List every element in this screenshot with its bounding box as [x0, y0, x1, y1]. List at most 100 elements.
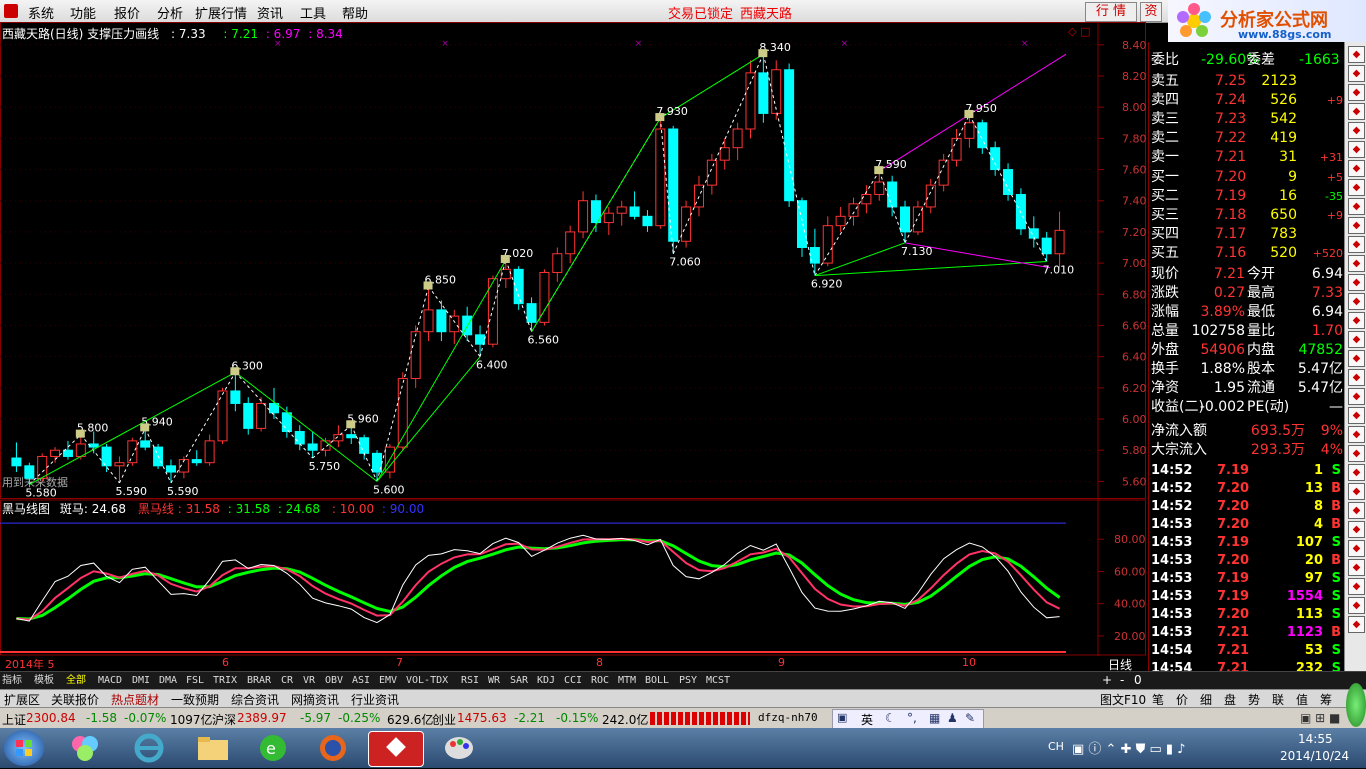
up-arrow-icon[interactable]: ◆ — [1348, 84, 1365, 101]
cy-index[interactable]: 1475.63 — [457, 711, 507, 725]
info-tab-3[interactable]: 一致预期 — [171, 691, 219, 708]
indicator-tab-1[interactable]: 模板 — [34, 674, 54, 688]
clock-time[interactable]: 14:55 — [1298, 732, 1333, 746]
indicator-tab-8[interactable]: BRAR — [247, 674, 271, 688]
settings-icon[interactable]: ◆ — [1348, 122, 1365, 139]
rsi-icon[interactable]: ◆ — [1348, 369, 1365, 386]
fold-icon[interactable]: ◆ — [1348, 464, 1365, 481]
info-tab-1[interactable]: 关联报价 — [51, 691, 99, 708]
book-icon[interactable]: ◆ — [1348, 540, 1365, 557]
right-tab-1[interactable]: 笔 — [1152, 691, 1164, 708]
indicator-tab-13[interactable]: EMV — [379, 674, 397, 688]
indicator-tab-11[interactable]: OBV — [325, 674, 343, 688]
indicator-tab-20[interactable]: ROC — [591, 674, 609, 688]
doc-icon[interactable]: ◆ — [1348, 255, 1365, 272]
clock-date[interactable]: 2014/10/24 — [1280, 749, 1349, 763]
menu-analysis[interactable]: 分析 — [157, 3, 183, 22]
home-icon[interactable]: ◆ — [1348, 559, 1365, 576]
right-tab-2[interactable]: 价 — [1176, 691, 1188, 708]
indicator-tab-16[interactable]: WR — [488, 674, 500, 688]
right-tab-8[interactable]: 筹 — [1320, 691, 1332, 708]
h-key-icon[interactable]: ◆ — [1348, 616, 1365, 633]
indicator-tab-24[interactable]: MCST — [706, 674, 730, 688]
chart2-icon[interactable]: ◆ — [1348, 388, 1365, 405]
indicator-tab-0[interactable]: 指标 — [2, 674, 22, 688]
ftp-icon[interactable]: ◆ — [1348, 236, 1365, 253]
edit-icon[interactable]: ◆ — [1348, 426, 1365, 443]
list-icon[interactable]: ◆ — [1348, 198, 1365, 215]
indicator-tab-21[interactable]: MTM — [618, 674, 636, 688]
sh-index[interactable]: 2300.84 — [26, 711, 76, 725]
indicator-tab-19[interactable]: CCI — [564, 674, 582, 688]
coin-icon[interactable]: ◆ — [1348, 312, 1365, 329]
sound-icon[interactable]: ◆ — [1348, 350, 1365, 367]
book-row[interactable]: 买一 7.20 9 +5 — [1149, 168, 1345, 187]
market-button[interactable]: 行 情 — [1085, 2, 1137, 22]
taskbar-browser-green[interactable]: e — [246, 731, 300, 765]
chart-icon[interactable]: ◆ — [1348, 179, 1365, 196]
right-tab-7[interactable]: 值 — [1296, 691, 1308, 708]
down-arrow-icon[interactable]: ◆ — [1348, 103, 1365, 120]
indicator-tab-14[interactable]: VOL-TDX — [406, 674, 448, 688]
indicator-tab-5[interactable]: DMA — [159, 674, 177, 688]
indicator-tab-3[interactable]: MACD — [98, 674, 122, 688]
language-indicator[interactable]: CH — [1048, 740, 1064, 753]
zoom-out-button[interactable]: - — [1120, 673, 1124, 687]
book-row[interactable]: 卖三 7.23 542 — [1149, 110, 1345, 129]
indicator-tab-15[interactable]: RSI — [461, 674, 479, 688]
ime-mode[interactable]: 英 — [861, 711, 873, 728]
kline-chart[interactable]: 8.40 8.20 8.00 7.80 7.60 7.40 7.20 7.00 6.80 6.60… — [0, 22, 1146, 672]
floating-badge[interactable] — [1346, 683, 1366, 727]
up-arrow-icon[interactable]: ◆ — [1348, 46, 1365, 63]
indicator-tab-2[interactable]: 全部 — [66, 674, 86, 688]
indicator-tab-6[interactable]: FSL — [186, 674, 204, 688]
info-tab-4[interactable]: 综合资讯 — [231, 691, 279, 708]
zoom-icon[interactable]: ◆ — [1348, 331, 1365, 348]
reset-button[interactable]: 0 — [1134, 673, 1142, 687]
move-icon[interactable]: ◆ — [1348, 407, 1365, 424]
taskbar-paint[interactable] — [432, 731, 486, 765]
indicator-tab-22[interactable]: BOLL — [645, 674, 669, 688]
window-icon[interactable]: ◆ — [1348, 160, 1365, 177]
menu-news[interactable]: 资讯 — [257, 3, 283, 22]
book-row[interactable]: 买五 7.16 520 +520 — [1149, 244, 1345, 263]
ime-toolbar[interactable]: ▣ 英 ☾ °, ▦ ♟ ✎ — [832, 709, 984, 729]
chart3-icon[interactable]: ◆ — [1348, 502, 1365, 519]
right-tab-4[interactable]: 盘 — [1224, 691, 1236, 708]
indicator-tab-9[interactable]: CR — [281, 674, 293, 688]
text-icon[interactable]: ◆ — [1348, 483, 1365, 500]
taskbar-stock-app[interactable] — [368, 731, 424, 767]
lock-icon[interactable]: ◆ — [1348, 578, 1365, 595]
f-key-icon[interactable]: ◆ — [1348, 597, 1365, 614]
report-icon[interactable]: ◆ — [1348, 293, 1365, 310]
punct-icon[interactable]: °, — [907, 711, 917, 725]
start-button[interactable] — [4, 730, 44, 766]
list2-icon[interactable]: ◆ — [1348, 274, 1365, 291]
right-tab-5[interactable]: 势 — [1248, 691, 1260, 708]
book-row[interactable]: 买四 7.17 783 — [1149, 225, 1345, 244]
right-tab-6[interactable]: 联 — [1272, 691, 1284, 708]
zoom-in-button[interactable]: + — [1102, 673, 1112, 687]
menu-ext-market[interactable]: 扩展行情 — [195, 3, 247, 22]
taskbar-app-1[interactable] — [58, 731, 112, 765]
grid-icon[interactable]: ◆ — [1348, 141, 1365, 158]
book-row[interactable]: 卖二 7.22 419 — [1149, 129, 1345, 148]
book-row[interactable]: 买三 7.18 650 +9 — [1149, 206, 1345, 225]
right-tab-3[interactable]: 细 — [1200, 691, 1212, 708]
menu-system[interactable]: 系统 — [28, 3, 54, 22]
indicator-tab-10[interactable]: VR — [303, 674, 315, 688]
book-row[interactable]: 买二 7.19 16 -35 — [1149, 187, 1345, 206]
down-arrow-icon[interactable]: ◆ — [1348, 65, 1365, 82]
menu-function[interactable]: 功能 — [70, 3, 96, 22]
menu-help[interactable]: 帮助 — [342, 3, 368, 22]
indicator-tab-4[interactable]: DMI — [132, 674, 150, 688]
book-row[interactable]: 卖五 7.25 2123 — [1149, 72, 1345, 91]
chart4-icon[interactable]: ◆ — [1348, 521, 1365, 538]
sheet-icon[interactable]: ◆ — [1348, 217, 1365, 234]
info-tab-5[interactable]: 网摘资讯 — [291, 691, 339, 708]
taskbar-ie[interactable] — [122, 731, 176, 765]
sz-index[interactable]: 2389.97 — [237, 711, 287, 725]
indicator-tab-23[interactable]: PSY — [679, 674, 697, 688]
tray-icons[interactable]: ▣ ⓘ ⌃ ✚ ⛊ ▭ ▮ ♪ — [1072, 738, 1185, 757]
info-button[interactable]: 资 — [1140, 2, 1162, 22]
